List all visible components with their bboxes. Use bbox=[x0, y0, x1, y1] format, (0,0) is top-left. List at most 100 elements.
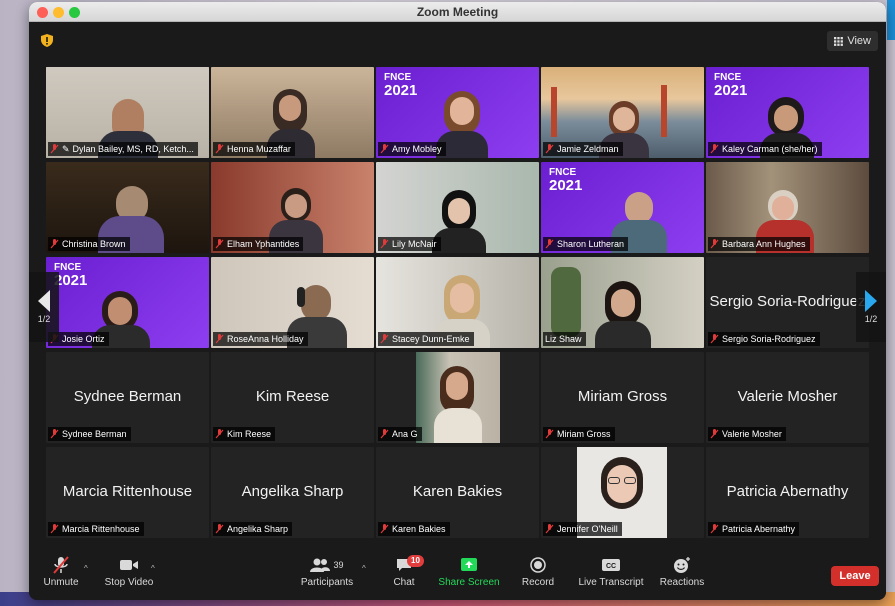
participant-name: Angelika Sharp bbox=[227, 524, 289, 534]
video-tile[interactable]: RoseAnna Holliday bbox=[211, 257, 374, 348]
muted-mic-icon bbox=[380, 524, 389, 534]
participants-options-caret-icon[interactable]: ^ bbox=[362, 564, 366, 573]
video-tile[interactable]: Marcia Rittenhouse Marcia Rittenhouse bbox=[46, 447, 209, 538]
video-tile[interactable]: Henna Muzaffar bbox=[211, 67, 374, 158]
participants-count: 39 bbox=[333, 560, 344, 570]
next-page-button[interactable]: 1/2 bbox=[856, 272, 886, 342]
fnce-banner: FNCE 2021 bbox=[54, 262, 88, 289]
svg-text:CC: CC bbox=[606, 563, 616, 570]
participant-display-name: Sergio Soria-Rodriguez bbox=[709, 293, 866, 310]
participant-name: Elham Yphantides bbox=[227, 239, 300, 249]
video-tile[interactable]: FNCE 2021 Kaley Carman (she/her) bbox=[706, 67, 869, 158]
participant-name: Henna Muzaffar bbox=[227, 144, 291, 154]
participant-name-label: Sergio Soria-Rodriguez bbox=[708, 332, 820, 346]
meeting-toolbar: Unmute ^ Stop Video ^ 39 Participants ^ bbox=[29, 552, 886, 600]
muted-mic-icon bbox=[545, 524, 554, 534]
participants-button[interactable]: 39 Participants bbox=[299, 556, 355, 588]
video-tile[interactable]: Jamie Zeldman bbox=[541, 67, 704, 158]
participant-name-label: Elham Yphantides bbox=[213, 237, 304, 251]
participant-name-label: Angelika Sharp bbox=[213, 522, 293, 536]
participants-icon-group: 39 bbox=[299, 556, 355, 574]
record-label: Record bbox=[521, 577, 555, 588]
participant-display-name: Karen Bakies bbox=[412, 483, 503, 500]
video-tile[interactable]: Valerie Mosher Valerie Mosher bbox=[706, 352, 869, 443]
muted-mic-icon bbox=[380, 239, 389, 249]
participant-name: Lily McNair bbox=[392, 239, 437, 249]
video-tile[interactable]: FNCE 2021 Josie Ortiz bbox=[46, 257, 209, 348]
leave-button[interactable]: Leave bbox=[831, 566, 879, 586]
video-camera-icon bbox=[120, 560, 138, 570]
video-tile[interactable]: Miriam Gross Miriam Gross bbox=[541, 352, 704, 443]
video-tile[interactable]: Christina Brown bbox=[46, 162, 209, 253]
participant-name-label: Jennifer O'Neill bbox=[543, 522, 622, 536]
stop-video-button[interactable]: Stop Video bbox=[103, 556, 155, 588]
participant-name-label: Patricia Abernathy bbox=[708, 522, 800, 536]
muted-mic-icon bbox=[710, 429, 719, 439]
participant-name: Jamie Zeldman bbox=[557, 144, 619, 154]
fnce-banner: FNCE 2021 bbox=[384, 72, 418, 99]
participant-name: Barbara Ann Hughes bbox=[722, 239, 806, 249]
video-tile[interactable]: Kim Reese Kim Reese bbox=[211, 352, 374, 443]
video-tile[interactable]: Sydnee Berman Sydnee Berman bbox=[46, 352, 209, 443]
live-transcript-button[interactable]: CC Live Transcript bbox=[575, 556, 647, 588]
chat-unread-badge: 10 bbox=[407, 555, 424, 567]
video-tile[interactable]: Stacey Dunn-Emke bbox=[376, 257, 539, 348]
participant-display-name: Patricia Abernathy bbox=[726, 483, 849, 500]
muted-mic-icon bbox=[710, 239, 719, 249]
muted-mic-icon bbox=[50, 524, 59, 534]
participant-name-label: Karen Bakies bbox=[378, 522, 450, 536]
video-tile[interactable]: Sergio Soria-Rodriguez Sergio Soria-Rodr… bbox=[706, 257, 869, 348]
participant-name-label: Amy Mobley bbox=[378, 142, 446, 156]
participant-name: Marcia Rittenhouse bbox=[62, 524, 140, 534]
participant-name: Sydnee Berman bbox=[62, 429, 127, 439]
audio-options-caret-icon[interactable]: ^ bbox=[84, 564, 88, 573]
participant-name-label: Lily McNair bbox=[378, 237, 441, 251]
muted-mic-icon bbox=[380, 334, 389, 344]
video-tile[interactable]: Lily McNair bbox=[376, 162, 539, 253]
participant-name-label: Marcia Rittenhouse bbox=[48, 522, 144, 536]
share-screen-label: Share Screen bbox=[438, 577, 500, 588]
participant-name-label: Christina Brown bbox=[48, 237, 130, 251]
muted-mic-icon bbox=[215, 429, 224, 439]
participant-name: Patricia Abernathy bbox=[722, 524, 796, 534]
muted-mic-icon bbox=[380, 144, 389, 154]
video-tile[interactable]: Barbara Ann Hughes bbox=[706, 162, 869, 253]
video-tile[interactable]: ✎ Dylan Bailey, MS, RD, Ketch... bbox=[46, 67, 209, 158]
participant-name: Amy Mobley bbox=[392, 144, 442, 154]
participant-display-name: Marcia Rittenhouse bbox=[62, 483, 193, 500]
video-tile[interactable]: FNCE 2021 Amy Mobley bbox=[376, 67, 539, 158]
security-shield-icon[interactable] bbox=[41, 34, 53, 47]
video-tile[interactable]: Angelika Sharp Angelika Sharp bbox=[211, 447, 374, 538]
grid-view-icon bbox=[834, 36, 844, 46]
participant-display-name: Angelika Sharp bbox=[241, 483, 344, 500]
chat-label: Chat bbox=[393, 577, 415, 588]
video-options-caret-icon[interactable]: ^ bbox=[151, 564, 155, 573]
participant-name: Christina Brown bbox=[62, 239, 126, 249]
unmute-button[interactable]: Unmute bbox=[43, 556, 79, 588]
participant-name: Sergio Soria-Rodriguez bbox=[722, 334, 816, 344]
video-tile[interactable]: Karen Bakies Karen Bakies bbox=[376, 447, 539, 538]
participant-name: Jennifer O'Neill bbox=[557, 524, 618, 534]
smiley-icon bbox=[674, 557, 690, 573]
record-button[interactable]: Record bbox=[519, 556, 557, 588]
reactions-button[interactable]: Reactions bbox=[658, 556, 706, 588]
background-accent bbox=[887, 0, 895, 40]
video-tile[interactable]: Jennifer O'Neill bbox=[541, 447, 704, 538]
previous-page-button[interactable]: 1/2 bbox=[29, 272, 59, 342]
muted-mic-icon bbox=[50, 144, 59, 154]
muted-mic-icon bbox=[50, 429, 59, 439]
video-tile[interactable]: Ana G bbox=[376, 352, 539, 443]
share-screen-button[interactable]: Share Screen bbox=[436, 556, 502, 588]
muted-mic-icon bbox=[215, 144, 224, 154]
video-tile[interactable]: Patricia Abernathy Patricia Abernathy bbox=[706, 447, 869, 538]
reactions-label: Reactions bbox=[659, 577, 705, 588]
view-button[interactable]: View bbox=[827, 31, 878, 51]
muted-mic-icon bbox=[215, 524, 224, 534]
participant-display-name: Sydnee Berman bbox=[73, 388, 182, 405]
participant-name-label: RoseAnna Holliday bbox=[213, 332, 308, 346]
participant-name: RoseAnna Holliday bbox=[227, 334, 304, 344]
video-tile[interactable]: Liz Shaw bbox=[541, 257, 704, 348]
pin-icon: ✎ bbox=[62, 144, 70, 154]
video-tile[interactable]: Elham Yphantides bbox=[211, 162, 374, 253]
video-tile[interactable]: FNCE 2021 Sharon Lutheran bbox=[541, 162, 704, 253]
